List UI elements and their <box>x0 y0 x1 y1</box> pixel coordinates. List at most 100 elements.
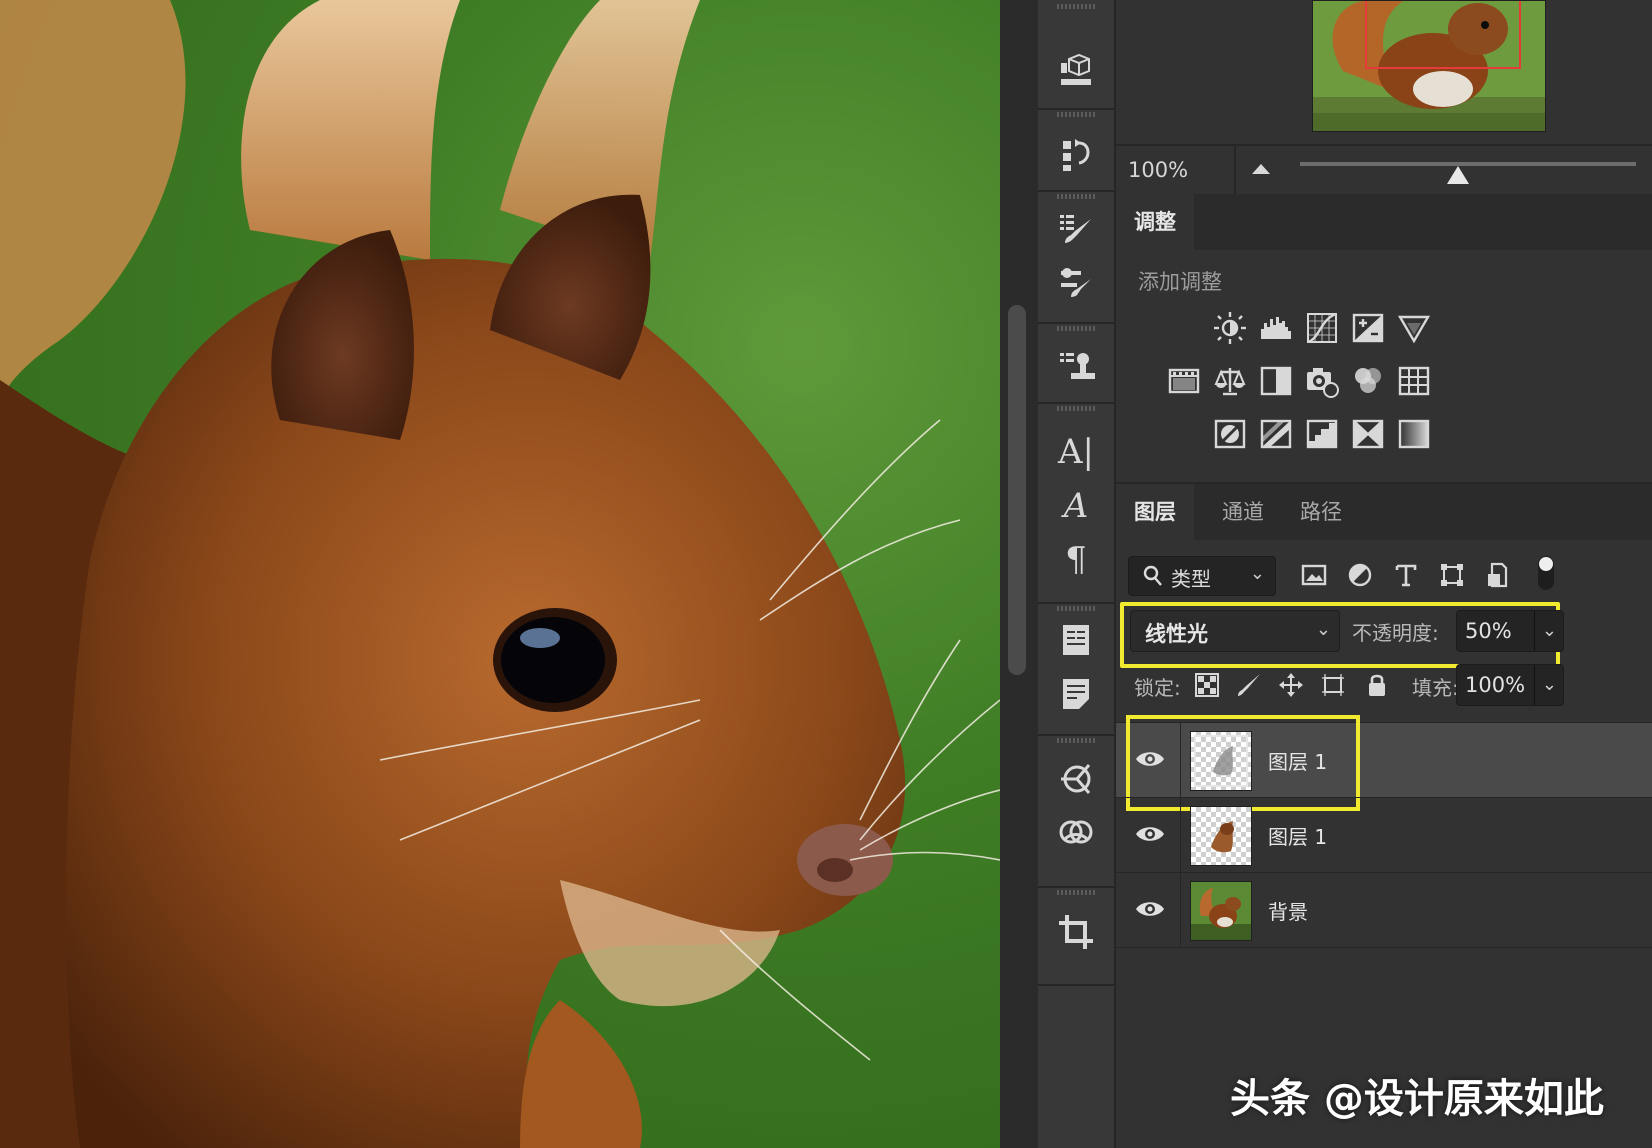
clone-source-icon[interactable] <box>1056 346 1096 386</box>
levels-icon[interactable] <box>1257 309 1295 347</box>
posterize-icon[interactable] <box>1257 415 1295 453</box>
filter-type-layers-icon[interactable] <box>1388 556 1424 594</box>
character-icon[interactable]: A| <box>1056 432 1096 472</box>
layers-tabbar: 图层 通道 路径 <box>1116 482 1652 540</box>
squirrel-image <box>0 0 1000 1148</box>
navigator-zoom-row: 100% <box>1116 144 1652 196</box>
hue-saturation-icon[interactable] <box>1165 362 1203 400</box>
grip-handle[interactable] <box>1057 112 1095 117</box>
filter-pixel-layers-icon[interactable] <box>1296 556 1332 594</box>
lock-label: 锁定: <box>1134 676 1181 700</box>
filter-toggle-switch[interactable] <box>1538 556 1554 590</box>
character-styles-icon[interactable]: A <box>1056 486 1096 526</box>
photo-filter-icon[interactable] <box>1303 362 1341 400</box>
strip-group-glyphs <box>1038 602 1114 736</box>
strip-group-crop <box>1038 886 1114 986</box>
lock-position-icon[interactable] <box>1274 668 1308 702</box>
notes-icon[interactable] <box>1056 674 1096 714</box>
chevron-down-icon: ⌄ <box>1315 619 1331 640</box>
strip-group-3d <box>1038 0 1114 110</box>
watermark-text: 头条 @设计原来如此 <box>1230 1076 1604 1122</box>
fill-value[interactable]: 100% <box>1465 673 1525 697</box>
scrollbar-thumb[interactable] <box>1008 305 1026 675</box>
tab-paths[interactable]: 路径 <box>1282 484 1360 540</box>
threshold-icon[interactable] <box>1303 415 1341 453</box>
grip-handle[interactable] <box>1057 606 1095 611</box>
tab-adjustments[interactable]: 调整 <box>1116 194 1194 250</box>
vibrance-icon[interactable] <box>1395 309 1433 347</box>
selective-color-icon[interactable] <box>1349 415 1387 453</box>
navigator-view-box[interactable] <box>1365 1 1521 69</box>
layer-row[interactable]: 图层 1 <box>1116 797 1652 872</box>
black-white-icon[interactable] <box>1257 362 1295 400</box>
grip-handle[interactable] <box>1057 326 1095 331</box>
grip-handle[interactable] <box>1057 406 1095 411</box>
chevron-down-icon[interactable]: ⌄ <box>1542 620 1557 641</box>
filter-smart-objects-icon[interactable] <box>1480 556 1516 594</box>
fill-field[interactable]: 100% ⌄ <box>1456 664 1564 706</box>
layer-thumbnail[interactable] <box>1190 881 1252 941</box>
shapes-icon[interactable] <box>1056 758 1096 798</box>
layer-name[interactable]: 图层 1 <box>1268 821 1327 850</box>
canvas-vertical-scrollbar[interactable] <box>1000 0 1038 1148</box>
blend-mode-select[interactable]: 线性光 ⌄ <box>1130 610 1340 652</box>
strip-group-clone <box>1038 322 1114 404</box>
filter-shape-layers-icon[interactable] <box>1434 556 1470 594</box>
visibility-eye-icon[interactable] <box>1134 895 1166 923</box>
layer-name[interactable]: 背景 <box>1268 896 1308 925</box>
curves-icon[interactable] <box>1303 309 1341 347</box>
exposure-icon[interactable] <box>1349 309 1387 347</box>
divider <box>1180 798 1181 872</box>
lock-transparent-pixels-icon[interactable] <box>1190 668 1224 702</box>
history-icon[interactable] <box>1056 134 1096 174</box>
paragraph-icon[interactable]: ¶ <box>1056 540 1096 580</box>
lock-fill-row: 锁定: 填充: 100% ⌄ <box>1116 662 1652 708</box>
opacity-field[interactable]: 50% ⌄ <box>1456 610 1564 652</box>
lock-artboard-icon[interactable] <box>1316 668 1350 702</box>
brush-settings-icon[interactable] <box>1056 208 1096 248</box>
layer-thumbnail-image <box>1211 821 1234 853</box>
brightness-contrast-icon[interactable] <box>1211 309 1249 347</box>
crop-icon[interactable] <box>1056 912 1096 952</box>
tab-channels[interactable]: 通道 <box>1204 484 1282 540</box>
grip-handle[interactable] <box>1057 890 1095 895</box>
invert-icon[interactable] <box>1211 415 1249 453</box>
visibility-eye-icon[interactable] <box>1134 820 1166 848</box>
lock-image-pixels-icon[interactable] <box>1232 668 1266 702</box>
zoom-level[interactable]: 100% <box>1128 158 1188 182</box>
chevron-down-icon: ⌄ <box>1249 563 1265 584</box>
lock-all-icon[interactable] <box>1360 668 1394 702</box>
navigator-thumbnail[interactable] <box>1312 0 1546 132</box>
right-panels: 100% 调整 添加调整 图层 通道 路径 类型 ⌄ 线性光 ⌄ 不透明度: 5… <box>1114 0 1652 1148</box>
tab-layers[interactable]: 图层 <box>1116 484 1194 540</box>
layer-filter-kind-select[interactable]: 类型 ⌄ <box>1128 556 1276 596</box>
libraries-icon[interactable] <box>1056 812 1096 852</box>
grip-handle[interactable] <box>1057 194 1095 199</box>
document-canvas[interactable] <box>0 0 1000 1148</box>
brush-presets-icon[interactable] <box>1056 262 1096 302</box>
grip-handle[interactable] <box>1057 738 1095 743</box>
3d-icon[interactable] <box>1056 52 1096 92</box>
channel-mixer-icon[interactable] <box>1349 362 1387 400</box>
zoom-slider-handle[interactable] <box>1446 166 1469 184</box>
divider <box>1234 146 1236 194</box>
opacity-label: 不透明度: <box>1352 621 1439 645</box>
zoom-out-mountain-icon[interactable] <box>1250 160 1272 176</box>
gradient-map-icon[interactable] <box>1395 415 1433 453</box>
blend-mode-value: 线性光 <box>1145 622 1208 646</box>
layer-row[interactable]: 背景 <box>1116 872 1652 948</box>
adjustments-tabbar: 调整 <box>1116 194 1652 250</box>
divider <box>1534 665 1535 705</box>
grip-handle[interactable] <box>1057 4 1095 9</box>
color-balance-icon[interactable] <box>1211 362 1249 400</box>
color-lookup-icon[interactable] <box>1395 362 1433 400</box>
chevron-down-icon[interactable]: ⌄ <box>1542 674 1557 695</box>
layer-thumbnail[interactable] <box>1190 806 1252 866</box>
panel-icon-strip: A| A ¶ <box>1038 0 1114 1148</box>
divider <box>1534 611 1535 651</box>
layer-row[interactable]: 图层 1 <box>1116 715 1652 811</box>
opacity-value[interactable]: 50% <box>1465 619 1512 643</box>
paragraph-styles-icon[interactable] <box>1056 620 1096 660</box>
filter-adjustment-layers-icon[interactable] <box>1342 556 1378 594</box>
filter-kind-label: 类型 <box>1171 567 1211 591</box>
